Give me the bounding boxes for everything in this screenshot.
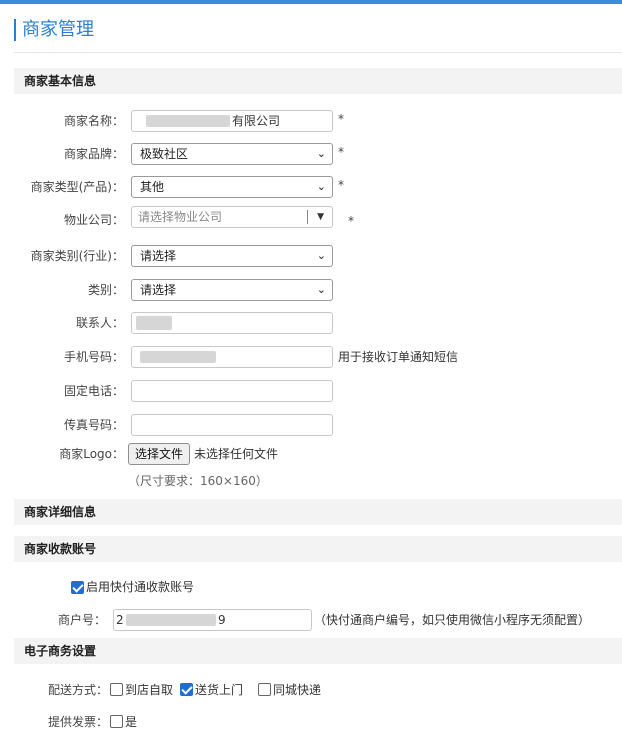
redacted-mask [146, 115, 230, 127]
merchant-no-label: 商户号： [57, 613, 106, 627]
type-selected: 其他 [140, 180, 165, 194]
invoice-label: 提供发票： [47, 715, 108, 729]
property-label: 物业公司： [63, 213, 124, 227]
merchant-name-value: 有限公司 [232, 114, 281, 128]
enable-kft-label: 启用快付通收款账号 [86, 580, 195, 594]
merchant-no-input[interactable]: 2 9 [113, 609, 312, 631]
required-mark: * [338, 178, 344, 192]
type-label: 商家类型(产品)： [30, 180, 124, 194]
mobile-input[interactable] [131, 346, 333, 368]
fax-input[interactable] [131, 414, 333, 436]
redacted-mask [140, 351, 216, 363]
pickup-checkbox[interactable] [110, 683, 123, 696]
brand-selected: 极致社区 [140, 147, 189, 161]
chevron-down-icon: ⌄ [316, 147, 326, 160]
merchant-no-suffix: 9 [218, 613, 226, 627]
required-mark: * [338, 112, 344, 126]
phone-input[interactable] [131, 380, 333, 402]
type-select[interactable]: 其他 ⌄ [131, 176, 333, 198]
contact-label: 联系人： [75, 316, 124, 330]
top-accent-bar [0, 0, 622, 4]
mobile-hint: 用于接收订单通知短信 [338, 350, 459, 364]
merchant-name-label: 商家名称： [63, 114, 124, 128]
chevron-down-icon: ⌄ [316, 180, 326, 193]
property-placeholder: 请选择物业公司 [138, 210, 223, 224]
brand-select[interactable]: 极致社区 ⌄ [131, 143, 333, 165]
category-selected: 请选择 [140, 283, 177, 297]
required-mark: * [338, 145, 344, 159]
merchant-no-prefix: 2 [116, 613, 124, 627]
file-status: 未选择任何文件 [194, 447, 279, 461]
merchant-no-hint: （快付通商户编号，如只使用微信小程序无须配置） [314, 613, 591, 627]
city-express-label: 同城快递 [273, 683, 322, 697]
chevron-down-icon: ⌄ [316, 283, 326, 296]
page-title: 商家管理 [14, 19, 94, 41]
invoice-checkbox[interactable] [110, 715, 123, 728]
redacted-mask [126, 614, 216, 626]
logo-size-note: （尺寸要求：160×160） [128, 474, 268, 488]
section-basic-info: 商家基本信息 [14, 68, 622, 94]
title-divider [14, 52, 622, 53]
phone-label: 固定电话： [63, 384, 124, 398]
brand-label: 商家品牌： [63, 147, 124, 161]
triangle-down-icon: ▼ [317, 212, 324, 222]
choose-file-button[interactable]: 选择文件 [128, 443, 191, 465]
enable-kft-checkbox[interactable] [71, 581, 84, 594]
home-delivery-label: 送货上门 [195, 683, 244, 697]
industry-select[interactable]: 请选择 ⌄ [131, 245, 333, 267]
home-delivery-checkbox[interactable] [180, 683, 193, 696]
section-ecommerce-settings: 电子商务设置 [14, 638, 622, 664]
chevron-down-icon: ⌄ [316, 249, 326, 262]
pickup-label: 到店自取 [125, 683, 174, 697]
category-select[interactable]: 请选择 ⌄ [131, 279, 333, 301]
property-combo[interactable]: 请选择物业公司 ▼ [131, 206, 333, 228]
invoice-option-label: 是 [125, 715, 138, 729]
section-payment-account: 商家收款账号 [14, 536, 622, 562]
delivery-label: 配送方式： [47, 683, 108, 697]
contact-input[interactable] [131, 312, 333, 334]
required-mark: * [348, 214, 354, 228]
merchant-name-input[interactable]: 有限公司 [131, 110, 333, 132]
redacted-mask [136, 316, 172, 330]
section-detail-info[interactable]: 商家详细信息 [14, 499, 622, 525]
logo-label: 商家Logo： [59, 447, 124, 461]
mobile-label: 手机号码： [63, 350, 124, 364]
category-label: 类别： [87, 283, 124, 297]
industry-selected: 请选择 [140, 249, 177, 263]
combo-separator [307, 210, 308, 224]
industry-label: 商家类别(行业)： [30, 249, 124, 263]
city-express-checkbox[interactable] [258, 683, 271, 696]
fax-label: 传真号码： [63, 418, 124, 432]
